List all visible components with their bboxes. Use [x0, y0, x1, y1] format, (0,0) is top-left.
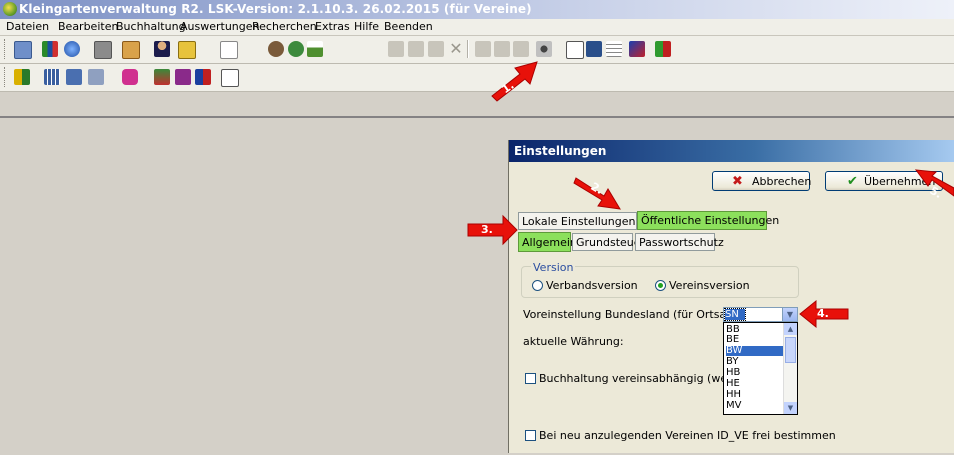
scroll-up-icon[interactable]: ▲ — [784, 323, 797, 335]
checkmark-icon: ✔ — [847, 174, 858, 189]
x-icon: ✖ — [732, 174, 743, 189]
toolbar-main: ✕ — [0, 36, 954, 64]
tab-oeffentliche-einstellungen[interactable]: Öffentliche Einstellungen — [637, 211, 779, 230]
house-icon[interactable] — [307, 41, 323, 57]
terminal-icon[interactable] — [221, 69, 239, 87]
dropdown-option[interactable]: HH — [726, 390, 783, 400]
exit-icon[interactable] — [655, 41, 671, 57]
book-icon[interactable] — [629, 41, 645, 57]
dialog-title: Einstellungen — [514, 144, 607, 158]
copy-icon[interactable] — [388, 41, 404, 57]
dropdown-option[interactable]: MV — [726, 401, 783, 411]
table-icon[interactable] — [44, 69, 60, 85]
stats-icon[interactable] — [14, 69, 30, 85]
settings-icon[interactable] — [536, 41, 552, 57]
annotation-label-3: 3. — [481, 223, 493, 236]
user-icon[interactable] — [154, 41, 170, 57]
tab-lokale-einstellungen[interactable]: Lokale Einstellungen — [518, 212, 637, 230]
screen-icon[interactable] — [586, 41, 602, 57]
report-icon[interactable] — [175, 69, 191, 85]
app-logo-icon — [3, 2, 17, 16]
dropdown-scrollbar[interactable]: ▲ ▼ — [783, 323, 797, 414]
menu-beenden[interactable]: Beenden — [384, 20, 433, 34]
dropdown-option[interactable]: BY — [726, 357, 783, 367]
radio-verbandsversion-label: Verbandsversion — [546, 279, 638, 292]
menu-hilfe[interactable]: Hilfe — [354, 20, 379, 34]
toolbar-separator — [467, 40, 469, 58]
tab-passwortschutz[interactable]: Passwortschutz — [635, 233, 724, 251]
menu-auswertungen[interactable]: Auswertungen — [180, 20, 260, 34]
app-title: Kleingartenverwaltung R2. LSK-Version: 2… — [19, 2, 532, 16]
dropdown-option[interactable]: BE — [726, 335, 783, 345]
toolbar-grip[interactable] — [4, 39, 7, 59]
menu-buchhaltung[interactable]: Buchhaltung — [116, 20, 186, 34]
scroll-down-icon[interactable]: ▼ — [784, 402, 797, 414]
toolbar-grip[interactable] — [4, 67, 7, 87]
tab-allgemein[interactable]: Allgemein — [518, 232, 577, 252]
bundesland-select-value: SN — [724, 308, 746, 321]
apply-button-label: Übernehmen — [864, 175, 936, 188]
list-icon[interactable] — [494, 41, 510, 57]
panel-icon[interactable] — [513, 41, 529, 57]
chevron-down-icon[interactable]: ▼ — [782, 308, 797, 321]
delete-icon[interactable]: ✕ — [448, 41, 464, 57]
radio-vereinsversion-label: Vereinsversion — [669, 279, 750, 292]
menu-recherchen[interactable]: Recherchen — [252, 20, 317, 34]
print-list-icon[interactable] — [195, 69, 211, 85]
buchhaltung-label: Buchhaltung vereinsabhängig (wenn mehrer… — [539, 372, 723, 385]
radio-vereinsversion[interactable] — [655, 280, 666, 291]
books-icon[interactable] — [66, 69, 82, 85]
dropdown-option-highlighted[interactable]: BW — [726, 346, 783, 356]
id-ve-label: Bei neu anzulegenden Vereinen ID_VE frei… — [539, 429, 836, 442]
print-icon[interactable] — [94, 41, 112, 59]
app-title-bar: Kleingartenverwaltung R2. LSK-Version: 2… — [0, 0, 954, 19]
scrollbar-thumb[interactable] — [785, 337, 796, 363]
window-icon[interactable] — [475, 41, 491, 57]
annotation-label-4: 4. — [817, 307, 829, 320]
flowers-icon[interactable] — [154, 69, 170, 85]
tool-icon[interactable] — [268, 41, 284, 57]
edit-icon[interactable] — [14, 41, 32, 59]
menu-bearbeiten[interactable]: Bearbeiten — [58, 20, 118, 34]
cancel-button[interactable]: ✖ Abbrechen — [712, 171, 812, 191]
id-ve-checkbox[interactable] — [525, 430, 536, 441]
apply-button[interactable]: ✔ Übernehmen — [825, 171, 943, 191]
globe-icon[interactable] — [64, 41, 80, 57]
cut-icon[interactable] — [408, 41, 424, 57]
car-icon[interactable] — [122, 69, 138, 85]
document-icon[interactable] — [220, 41, 238, 59]
dropdown-option[interactable]: HE — [726, 379, 783, 389]
bundesland-dropdown-list: BB BE BW BY HB HE HH MV ▲ ▼ — [723, 322, 798, 415]
paste-icon[interactable] — [428, 41, 444, 57]
buchhaltung-checkbox[interactable] — [525, 373, 536, 384]
package-icon[interactable] — [122, 41, 140, 59]
tab-grundsteuer[interactable]: Grundsteuer — [572, 233, 645, 251]
grid-icon[interactable] — [606, 41, 622, 57]
dialog-title-bar[interactable]: Einstellungen — [509, 140, 954, 162]
waehrung-label: aktuelle Währung: — [523, 335, 624, 348]
bundesland-select[interactable]: SN ▼ — [723, 307, 798, 322]
garden-icon[interactable] — [288, 41, 304, 57]
cancel-button-label: Abbrechen — [752, 175, 812, 188]
folder-icon[interactable] — [178, 41, 196, 59]
menu-bar: Dateien Bearbeiten Buchhaltung Auswertun… — [0, 19, 954, 36]
menu-extras[interactable]: Extras — [315, 20, 350, 34]
dropdown-option[interactable]: HB — [726, 368, 783, 378]
radio-verbandsversion[interactable] — [532, 280, 543, 291]
menu-dateien[interactable]: Dateien — [6, 20, 49, 34]
chart-icon[interactable] — [42, 41, 58, 57]
version-group-label: Version — [531, 261, 576, 274]
calculator-icon[interactable] — [566, 41, 584, 59]
tree-icon[interactable] — [88, 69, 104, 85]
toolbar-secondary — [0, 64, 954, 92]
